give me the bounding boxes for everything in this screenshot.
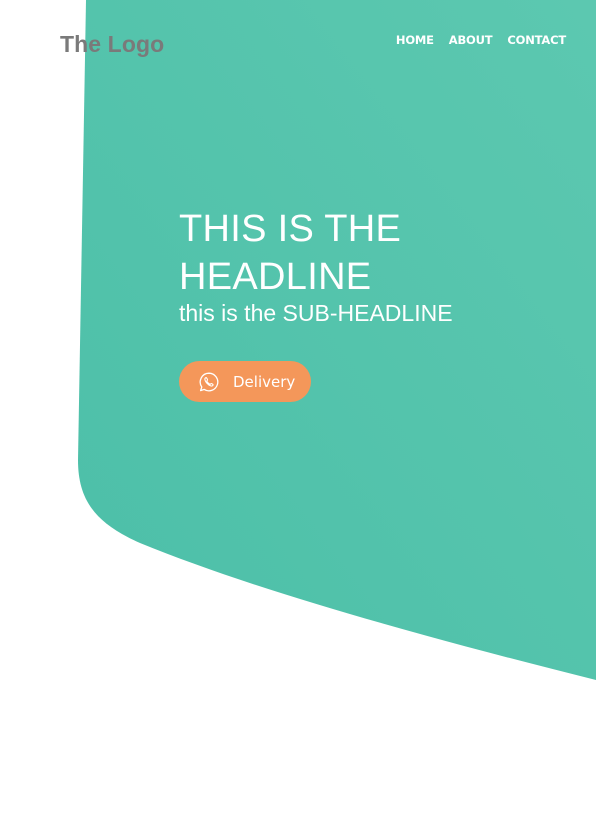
nav-home-link[interactable]: HOME <box>396 33 434 47</box>
delivery-button-label: Delivery <box>233 372 296 391</box>
site-logo[interactable]: The Logo <box>60 31 164 58</box>
headline-line-2: HEADLINE <box>179 256 372 298</box>
landing-page: The Logo HOME ABOUT CONTACT THIS IS THE … <box>0 0 596 821</box>
hero-background-shape <box>78 0 596 680</box>
main-nav: HOME ABOUT CONTACT <box>396 33 566 47</box>
delivery-button[interactable]: Delivery <box>179 361 311 402</box>
whatsapp-icon <box>199 372 219 392</box>
headline-line-1: THIS IS THE <box>179 208 402 250</box>
hero-subheadline: this is the SUB-HEADLINE <box>179 300 453 326</box>
hero-text-block: THIS IS THE HEADLINE this is the SUB-HEA… <box>179 205 559 328</box>
hero-headline: THIS IS THE HEADLINE <box>179 205 559 301</box>
nav-about-link[interactable]: ABOUT <box>449 33 493 47</box>
nav-contact-link[interactable]: CONTACT <box>507 33 566 47</box>
